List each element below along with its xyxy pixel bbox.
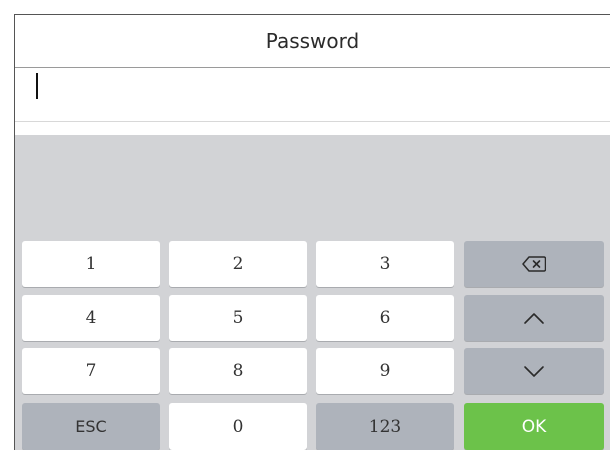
down-button[interactable] (464, 348, 604, 394)
key-7[interactable]: 7 (22, 348, 160, 394)
password-screen: Password 1 2 3 4 5 6 7 8 9 ESC 0 123 OK (0, 0, 610, 450)
key-5[interactable]: 5 (169, 295, 307, 341)
password-input[interactable] (15, 68, 610, 120)
key-1[interactable]: 1 (22, 241, 160, 287)
backspace-icon (522, 256, 546, 272)
input-mode-button[interactable]: 123 (316, 403, 454, 450)
chevron-down-icon (524, 366, 544, 377)
key-6[interactable]: 6 (316, 295, 454, 341)
up-button[interactable] (464, 295, 604, 341)
ok-button[interactable]: OK (464, 403, 604, 450)
input-divider (15, 121, 610, 122)
key-9[interactable]: 9 (316, 348, 454, 394)
key-3[interactable]: 3 (316, 241, 454, 287)
text-caret (36, 73, 38, 99)
backspace-button[interactable] (464, 241, 604, 287)
key-4[interactable]: 4 (22, 295, 160, 341)
page-title: Password (265, 29, 360, 53)
chevron-up-icon (524, 313, 544, 324)
numeric-keypad: 1 2 3 4 5 6 7 8 9 ESC 0 123 OK (15, 135, 610, 450)
key-8[interactable]: 8 (169, 348, 307, 394)
esc-button[interactable]: ESC (22, 403, 160, 450)
key-0[interactable]: 0 (169, 403, 307, 450)
key-2[interactable]: 2 (169, 241, 307, 287)
